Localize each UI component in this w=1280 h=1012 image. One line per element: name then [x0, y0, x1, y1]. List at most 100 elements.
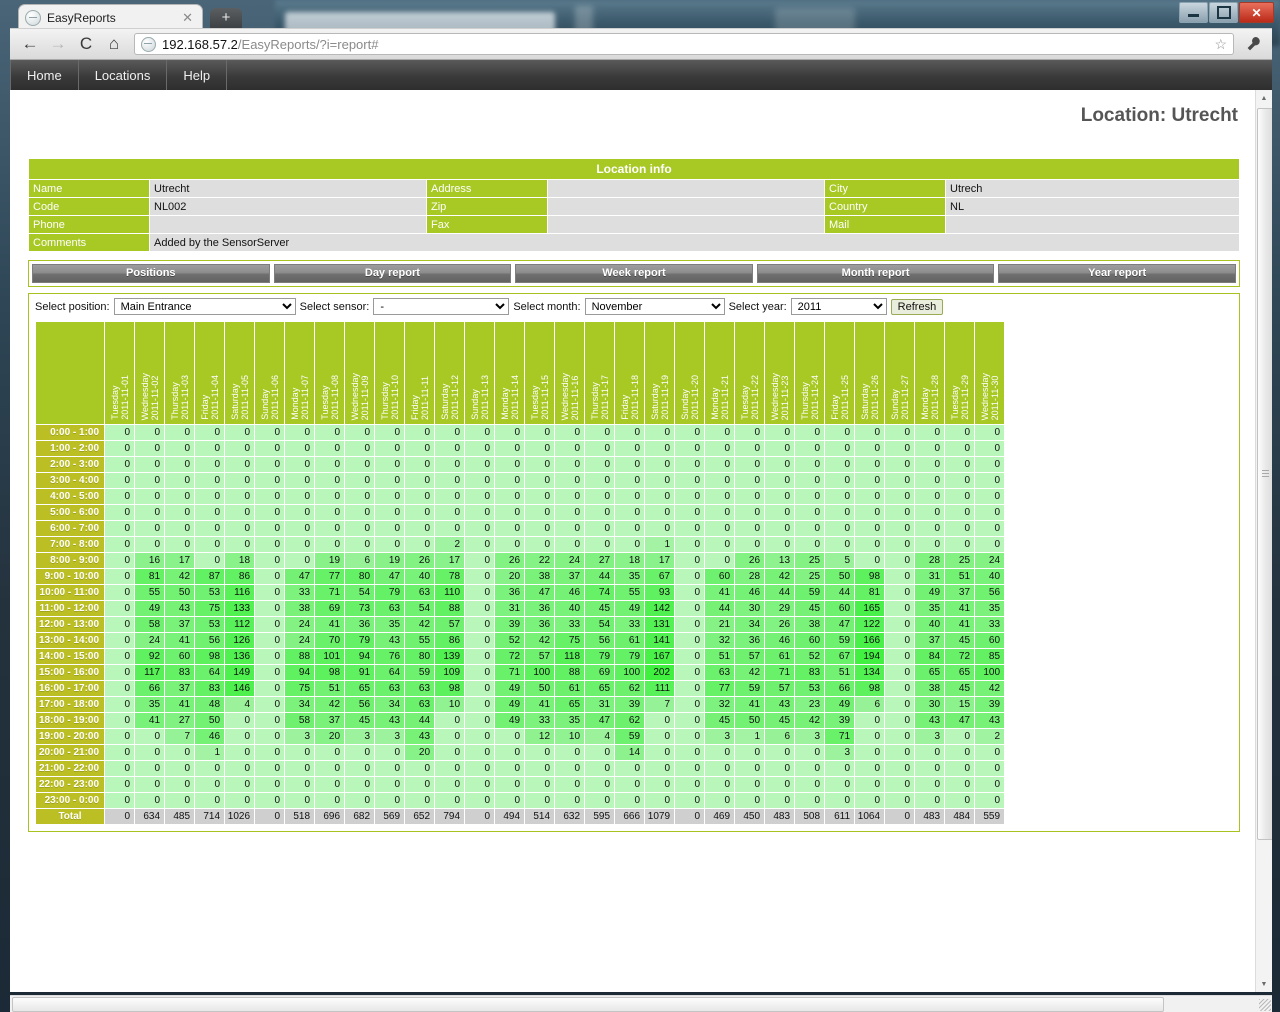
grid-cell: 0 [675, 505, 704, 520]
hscrollbar-thumb[interactable] [12, 997, 1164, 1012]
value-fax [548, 216, 825, 234]
grid-cell: 42 [165, 569, 194, 584]
column-header-text: Friday2011-11-18 [620, 375, 640, 420]
close-button[interactable]: ✕ [1239, 2, 1274, 23]
column-header-text: Thursday2011-11-03 [170, 375, 190, 420]
grid-cell: 39 [825, 713, 854, 728]
grid-cell: 0 [195, 537, 224, 552]
grid-cell: 0 [615, 457, 644, 472]
grid-cell: 24 [285, 617, 314, 632]
grid-cell: 0 [405, 441, 434, 456]
forward-icon[interactable]: → [46, 32, 70, 56]
wrench-menu-icon[interactable] [1242, 32, 1264, 56]
grid-cell: 0 [525, 777, 554, 792]
grid-cell: 0 [135, 521, 164, 536]
tab-easyreports[interactable]: EasyReports ✕ [18, 4, 203, 30]
grid-cell: 63 [375, 601, 404, 616]
nav-item-home[interactable]: Home [10, 60, 79, 90]
tab-month-report[interactable]: Month report [757, 264, 995, 283]
tab-year-report[interactable]: Year report [998, 264, 1236, 283]
maximize-button[interactable] [1209, 2, 1238, 23]
column-header-day: Tuesday2011-11-01 [105, 322, 134, 424]
nav-item-help[interactable]: Help [167, 60, 227, 90]
grid-cell: 0 [315, 521, 344, 536]
new-tab-button[interactable]: + [210, 8, 242, 28]
reload-icon[interactable]: C [74, 32, 98, 56]
column-header-text: Tuesday2011-11-22 [740, 375, 760, 420]
grid-cell: 41 [945, 601, 974, 616]
scroll-down-icon[interactable]: ▼ [1256, 976, 1272, 992]
grid-cell: 0 [165, 505, 194, 520]
grid-cell: 0 [885, 793, 914, 808]
scrollbar-thumb[interactable] [1257, 108, 1272, 840]
vertical-scrollbar[interactable]: ▲ ▼ [1255, 90, 1272, 992]
grid-cell: 0 [255, 505, 284, 520]
grid-cell: 45 [345, 713, 374, 728]
grid-cell: 0 [975, 745, 1004, 760]
grid-cell: 19 [315, 553, 344, 568]
label-name: Name [29, 180, 150, 198]
tab-day-report[interactable]: Day report [274, 264, 512, 283]
address-bar[interactable]: 192.168.57.2/EasyReports/?i=report# ☆ [134, 33, 1234, 55]
grid-cell: 0 [105, 425, 134, 440]
tab-strip: EasyReports ✕ + [10, 0, 1272, 28]
grid-cell: 0 [585, 745, 614, 760]
resize-grip[interactable] [1259, 999, 1271, 1011]
scroll-up-icon[interactable]: ▲ [1256, 90, 1272, 106]
grid-cell: 0 [615, 761, 644, 776]
table-row: 1:00 - 2:0000000000000000000000000000000… [36, 441, 1004, 456]
grid-cell: 0 [825, 457, 854, 472]
label-address: Address [427, 180, 548, 198]
grid-cell: 0 [675, 425, 704, 440]
grid-cell: 0 [165, 745, 194, 760]
grid-cell: 45 [705, 713, 734, 728]
grid-cell: 0 [375, 521, 404, 536]
grid-cell: 0 [105, 441, 134, 456]
grid-cell: 0 [135, 793, 164, 808]
grid-cell: 0 [885, 617, 914, 632]
grid-cell: 47 [825, 617, 854, 632]
refresh-button[interactable]: Refresh [891, 299, 944, 315]
bookmark-star-icon[interactable]: ☆ [1214, 36, 1227, 53]
grid-cell: 66 [135, 681, 164, 696]
column-header-day: Sunday2011-11-06 [255, 322, 284, 424]
grid-cell: 0 [495, 537, 524, 552]
row-header-hour: 7:00 - 8:00 [36, 537, 104, 552]
label-mail: Mail [825, 216, 946, 234]
grid-cell: 0 [735, 457, 764, 472]
window-controls[interactable]: ✕ [1179, 2, 1274, 23]
grid-cell: 0 [795, 537, 824, 552]
column-header-day: Tuesday2011-11-15 [525, 322, 554, 424]
grid-cell: 63 [405, 681, 434, 696]
select-month[interactable]: November [585, 298, 725, 315]
grid-cell: 0 [915, 457, 944, 472]
grid-cell: 49 [135, 601, 164, 616]
tab-positions[interactable]: Positions [32, 264, 270, 283]
tab-week-report[interactable]: Week report [515, 264, 753, 283]
table-row: 15:00 - 16:00011783641490949891645910907… [36, 665, 1004, 680]
grid-cell: 0 [975, 761, 1004, 776]
grid-cell: 0 [405, 489, 434, 504]
table-row: 7:00 - 8:0000000000000200000010000000000… [36, 537, 1004, 552]
grid-cell: 0 [645, 473, 674, 488]
grid-cell: 0 [585, 761, 614, 776]
minimize-button[interactable] [1179, 2, 1208, 23]
select-year[interactable]: 2011 [791, 298, 887, 315]
close-icon[interactable]: ✕ [179, 10, 196, 26]
grid-cell: 0 [855, 553, 884, 568]
grid-cell: 0 [735, 505, 764, 520]
grid-cell: 27 [165, 713, 194, 728]
home-icon[interactable]: ⌂ [102, 32, 126, 56]
column-header-day: Saturday2011-11-12 [435, 322, 464, 424]
grid-cell: 0 [855, 441, 884, 456]
nav-item-locations[interactable]: Locations [79, 60, 168, 90]
select-position[interactable]: Main Entrance [114, 298, 296, 315]
back-icon[interactable]: ← [18, 32, 42, 56]
grid-cell: 77 [705, 681, 734, 696]
table-row: 23:00 - 0:000000000000000000000000000000… [36, 793, 1004, 808]
column-header-day: Tuesday2011-11-08 [315, 322, 344, 424]
horizontal-scrollbar[interactable] [10, 995, 1272, 1012]
grid-cell: 41 [705, 585, 734, 600]
grid-cell: 33 [555, 617, 584, 632]
select-sensor[interactable]: - [373, 298, 509, 315]
